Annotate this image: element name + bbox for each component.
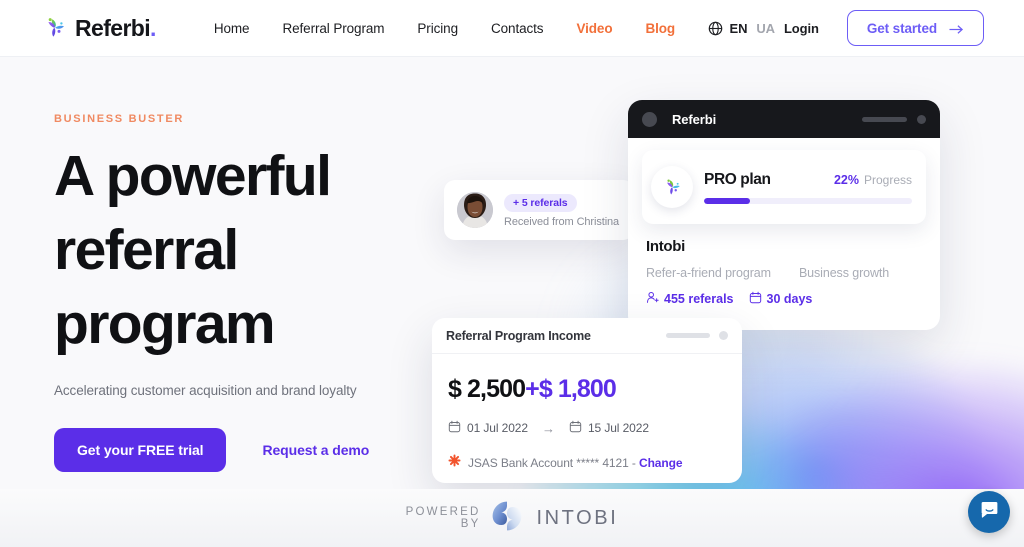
pro-plan-name: PRO plan <box>704 170 771 188</box>
program-details: Intobi Refer-a-friend program Business g… <box>646 238 926 307</box>
user-add-icon <box>646 291 659 307</box>
intobi-brand-text: INTOBI <box>536 506 619 529</box>
referral-toast-caption: Received from Christina <box>504 215 620 228</box>
nav-item-pricing[interactable]: Pricing <box>417 21 458 36</box>
income-amount: $ 2,500+$ 1,800 <box>448 375 742 404</box>
window-controls <box>862 114 926 124</box>
landing-page: Referbi. Home Referral Program Pricing C… <box>0 0 1024 547</box>
pro-plan-header-row: PRO plan 22% Progress <box>704 171 912 189</box>
nav-item-video[interactable]: Video <box>576 21 612 36</box>
income-amount-bonus: +$ 1,800 <box>525 375 617 403</box>
bank-account-text: JSAS Bank Account ***** 4121 - Change <box>468 456 683 470</box>
calendar-icon <box>569 420 582 436</box>
chat-launcher-button[interactable] <box>968 491 1010 533</box>
change-bank-link[interactable]: Change <box>639 456 683 470</box>
income-date-range[interactable]: 01 Jul 2022 → 15 Jul 2022 <box>448 420 742 436</box>
date-to[interactable]: 15 Jul 2022 <box>569 420 649 436</box>
pro-plan-panel[interactable]: PRO plan 22% Progress <box>642 150 926 224</box>
company-name: Intobi <box>646 238 686 255</box>
income-card-controls <box>666 331 728 340</box>
referrals-badge: + 5 referals <box>504 193 577 212</box>
plan-logo-badge <box>651 166 693 208</box>
window-titlebar: Referbi <box>628 100 940 138</box>
window-dot-placeholder <box>917 114 926 124</box>
stat-referrals-label: 455 referals <box>664 292 734 306</box>
login-link[interactable]: Login <box>784 21 819 36</box>
income-pill-placeholder <box>666 333 710 338</box>
date-from-value: 01 Jul 2022 <box>467 421 528 435</box>
page-title: A powerful referral program <box>54 139 474 361</box>
referbi-app-window: Referbi PRO plan 22% Progress Intobi Ref… <box>628 100 940 330</box>
nav-right-group: EN UA Login Get started <box>708 10 984 46</box>
top-navbar: Referbi. Home Referral Program Pricing C… <box>0 0 1024 57</box>
hero-eyebrow: BUSINESS BUSTER <box>54 113 185 125</box>
request-demo-link[interactable]: Request a demo <box>262 442 369 458</box>
avatar <box>457 192 493 228</box>
window-title: Referbi <box>672 111 717 127</box>
window-avatar-dot <box>642 111 657 127</box>
hero-title-line-2: referral <box>54 218 239 282</box>
stat-duration: 30 days <box>749 291 813 307</box>
bank-asterisk-icon <box>448 454 461 472</box>
hero-content: BUSINESS BUSTER A powerful referral prog… <box>54 113 474 472</box>
brand-logo[interactable]: Referbi. <box>42 15 156 42</box>
lang-en[interactable]: EN <box>730 21 748 36</box>
referral-income-card: Referral Program Income $ 2,500+$ 1,800 <box>432 318 742 483</box>
referbi-pinwheel-icon <box>42 15 68 41</box>
program-tag-business-growth: Business growth <box>798 266 890 280</box>
date-from[interactable]: 01 Jul 2022 <box>448 420 528 436</box>
referral-received-card[interactable]: + 5 referals Received from Christina <box>444 180 634 240</box>
date-range-arrow-icon: → <box>541 420 555 436</box>
hero-title-line-1: A powerful <box>54 144 332 208</box>
arrow-right-icon <box>949 23 964 34</box>
progress-readout: 22% Progress <box>834 173 912 187</box>
window-pill-placeholder <box>862 116 907 122</box>
get-started-button[interactable]: Get started <box>846 10 984 46</box>
intobi-sphere-icon <box>489 498 525 539</box>
brand-name: Referbi. <box>75 14 156 41</box>
powered-by-label: POWERED BY <box>406 506 481 530</box>
program-tag-referafriend: Refer-a-friend program <box>646 266 771 280</box>
stat-duration-label: 30 days <box>766 292 813 306</box>
hero-cta-group: Get your FREE trial Request a demo <box>54 428 474 472</box>
chat-bubble-icon <box>979 499 1000 525</box>
hero-title-line-3: program <box>54 292 276 356</box>
program-stats: 455 referals 30 days <box>646 291 926 307</box>
income-dot-placeholder <box>719 331 728 340</box>
progress-percent: 22% <box>833 172 859 187</box>
powered-by-line-1: POWERED <box>405 506 481 518</box>
globe-icon <box>708 21 723 36</box>
calendar-icon <box>448 420 461 436</box>
progress-bar-fill <box>704 197 750 204</box>
lang-ua[interactable]: UA <box>756 21 775 36</box>
progress-label: Progress <box>863 172 912 187</box>
hero-subtitle: Accelerating customer acquisition and br… <box>54 383 357 398</box>
pro-plan-info: PRO plan 22% Progress <box>704 171 912 204</box>
stat-referrals: 455 referals <box>646 291 734 307</box>
powered-by-line-2: BY <box>460 518 481 530</box>
powered-by-footer: POWERED BY INTOBI <box>0 489 1024 547</box>
get-started-label: Get started <box>866 20 937 36</box>
nav-item-contacts[interactable]: Contacts <box>491 21 544 36</box>
calendar-icon <box>749 291 762 307</box>
nav-item-referral-program[interactable]: Referral Program <box>282 21 384 36</box>
income-card-title: Referral Program Income <box>446 328 591 343</box>
nav-links: Home Referral Program Pricing Contacts V… <box>214 21 675 36</box>
date-to-value: 15 Jul 2022 <box>587 421 649 435</box>
nav-item-home[interactable]: Home <box>214 21 250 36</box>
referral-toast-text: + 5 referals Received from Christina <box>504 193 619 228</box>
free-trial-button[interactable]: Get your FREE trial <box>54 428 227 472</box>
window-body: PRO plan 22% Progress Intobi Refer-a-fri… <box>628 138 940 330</box>
income-card-header: Referral Program Income <box>432 318 742 354</box>
income-amount-base: $ 2,500 <box>448 375 526 403</box>
progress-bar-track <box>704 197 912 204</box>
bank-account-row: JSAS Bank Account ***** 4121 - Change <box>448 454 742 472</box>
nav-item-blog[interactable]: Blog <box>645 21 675 36</box>
program-tags: Refer-a-friend program Business growth <box>646 266 926 280</box>
